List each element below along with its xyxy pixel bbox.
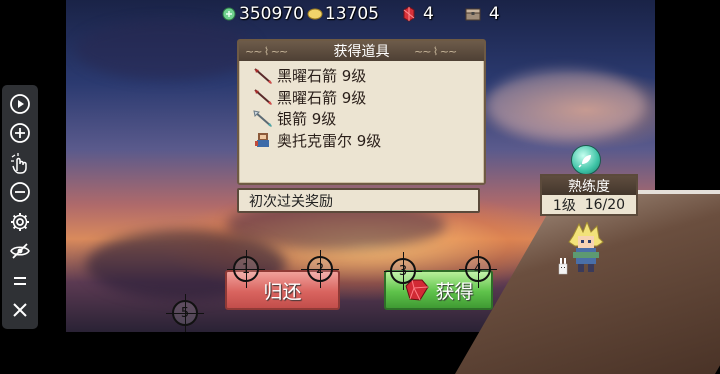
coin-count: 350970 xyxy=(239,4,304,24)
gem-count: 4 xyxy=(423,4,434,24)
play-icon[interactable] xyxy=(7,91,33,117)
gem-icon xyxy=(403,6,415,22)
proficiency-value: 1级 16/20 xyxy=(542,195,636,214)
gear-icon[interactable] xyxy=(7,209,33,235)
item-name: 银箭 9级 xyxy=(277,110,337,129)
list-item: 黑曜石箭 9级 xyxy=(253,65,484,87)
panel-title: 获得道具 xyxy=(333,44,390,60)
proficiency-level: 1级 xyxy=(552,197,576,214)
zoom-out-icon[interactable] xyxy=(7,179,33,205)
items-obtained-panel: ~~ ⌇ ~~ 获得道具 ~~ ⌇ ~~ 黑曜石箭 9级 黑曜石箭 9级 银箭 … xyxy=(237,39,486,185)
panel-header: ~~ ⌇ ~~ 获得道具 ~~ ⌇ ~~ xyxy=(239,41,484,61)
list-item: 奥托克雷尔 9级 xyxy=(253,130,484,152)
marker-number: 4 xyxy=(473,261,483,277)
ornament-right: ~~ ⌇ ~~ xyxy=(414,45,457,58)
chest-icon xyxy=(465,8,481,21)
marker-number: 5 xyxy=(180,305,190,321)
proficiency-box: 熟练度 1级 16/20 xyxy=(540,174,638,216)
marker-number: 2 xyxy=(315,261,325,277)
item-name: 奥托克雷尔 9级 xyxy=(277,131,382,150)
bunny-sprite xyxy=(558,258,568,275)
silver-arrow-icon xyxy=(253,110,272,127)
obtain-button-label: 获得 xyxy=(435,280,474,303)
touch-marker-5: 5 xyxy=(166,294,204,332)
menu-icon[interactable] xyxy=(7,268,33,294)
currency-bar: 350970 13705 4 4 xyxy=(222,4,500,24)
gold-icon xyxy=(307,8,323,20)
obsidian-arrow-icon xyxy=(254,89,272,106)
eye-off-icon[interactable] xyxy=(7,238,33,264)
touch-marker-3: 3 xyxy=(384,252,422,290)
return-button-label: 归还 xyxy=(263,280,302,303)
marker-number: 1 xyxy=(241,261,251,277)
touch-marker-2: 2 xyxy=(301,250,339,288)
first-clear-reward-label: 初次过关奖励 xyxy=(237,188,480,213)
item-name: 黑曜石箭 9级 xyxy=(277,88,367,107)
rocket-icon xyxy=(571,145,601,175)
list-item: 银箭 9级 xyxy=(253,108,484,130)
coin-icon xyxy=(222,7,236,21)
proficiency-title: 熟练度 xyxy=(542,176,636,195)
item-name: 黑曜石箭 9级 xyxy=(277,67,367,86)
ornament-left: ~~ ⌇ ~~ xyxy=(245,45,288,58)
marker-number: 3 xyxy=(398,263,408,279)
hand-pointer-icon[interactable] xyxy=(7,150,33,176)
otto-creel-icon xyxy=(255,133,269,148)
touch-marker-1: 1 xyxy=(227,250,265,288)
overlay-toolbar xyxy=(2,85,38,329)
chest-count: 4 xyxy=(488,4,500,24)
item-list: 黑曜石箭 9级 黑曜石箭 9级 银箭 9级 奥托克雷尔 9级 xyxy=(239,61,484,151)
hero-sprite xyxy=(568,222,604,272)
close-icon[interactable] xyxy=(7,297,33,323)
zoom-in-icon[interactable] xyxy=(7,120,33,146)
obsidian-arrow-icon xyxy=(254,67,272,84)
gold-count: 13705 xyxy=(324,4,379,24)
proficiency-progress: 16/20 xyxy=(584,196,626,213)
touch-marker-4: 4 xyxy=(459,250,497,288)
list-item: 黑曜石箭 9级 xyxy=(253,87,484,109)
